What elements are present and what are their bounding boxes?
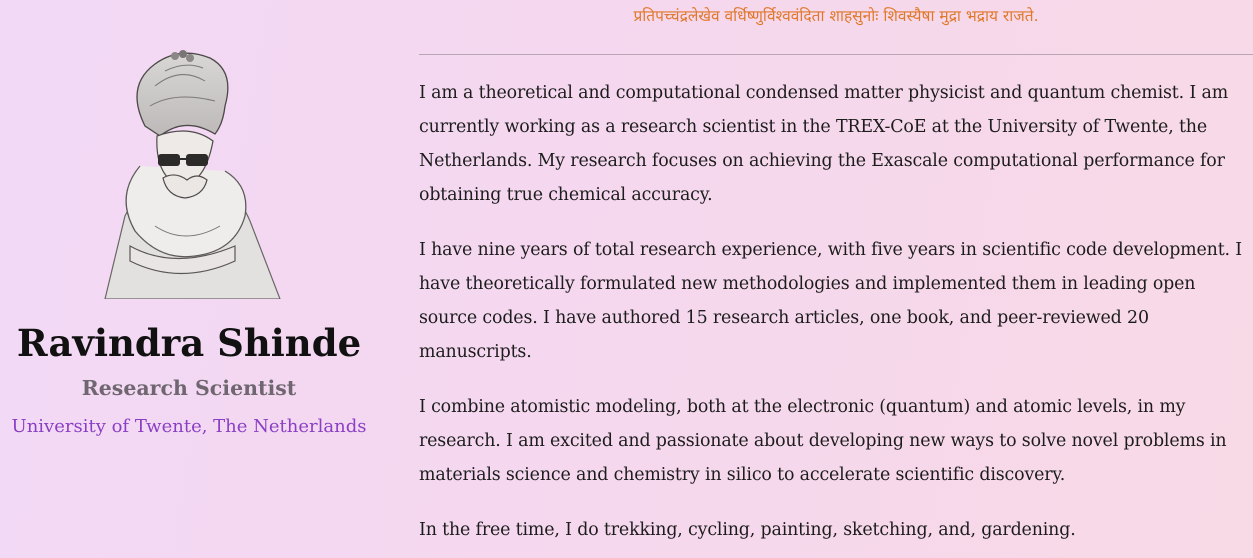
- about-paragraph-4: In the free time, I do trekking, cycling…: [419, 520, 1076, 540]
- profile-name: Ravindra Shinde: [16, 321, 362, 365]
- profile-affiliation: University of Twente, The Netherlands: [11, 416, 367, 437]
- profile-sidebar: Ravindra Shinde Research Scientist Unive…: [0, 0, 378, 558]
- profile-role: Research Scientist: [81, 376, 297, 400]
- motto-text: प्रतिपच्चंद्रलेखेव वर्धिष्णुर्विश्ववंदित…: [633, 7, 1039, 25]
- about-paragraph-3: I combine atomistic modeling, both at th…: [419, 397, 1227, 485]
- about-paragraph-1: I am a theoretical and computational con…: [419, 83, 1229, 205]
- profile-portrait: [85, 46, 285, 299]
- header-divider: [419, 54, 1253, 55]
- portrait-sketch-icon: [104, 50, 281, 299]
- about-paragraph-2: I have nine years of total research expe…: [419, 240, 1243, 362]
- about-section: I am a theoretical and computational con…: [419, 76, 1249, 558]
